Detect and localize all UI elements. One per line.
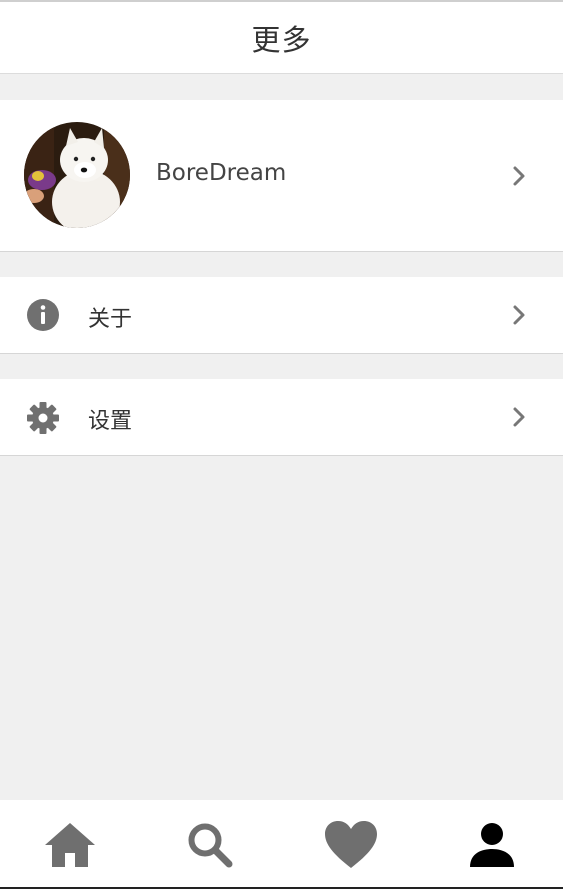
home-icon <box>45 822 95 867</box>
avatar-dog-image <box>24 122 130 228</box>
menu-item-label: 关于 <box>88 307 133 332</box>
search-icon <box>188 823 233 867</box>
menu-item-settings[interactable]: 设置 <box>0 379 563 456</box>
tab-search[interactable] <box>140 800 280 889</box>
info-icon <box>27 299 59 331</box>
tab-favorites[interactable] <box>281 800 421 889</box>
menu-item-label: 设置 <box>88 409 133 434</box>
chevron-right-icon <box>513 407 525 427</box>
chevron-right-icon <box>513 305 525 325</box>
profile-row[interactable]: BoreDream <box>0 100 563 252</box>
chevron-right-icon <box>513 166 525 186</box>
username: BoreDream <box>156 160 287 186</box>
menu-item-about[interactable]: 关于 <box>0 277 563 354</box>
tab-home[interactable] <box>0 800 140 889</box>
avatar[interactable] <box>24 122 130 228</box>
gear-icon <box>27 402 59 434</box>
bottom-navigation <box>0 800 563 889</box>
tab-profile[interactable] <box>422 800 562 889</box>
heart-icon <box>325 820 377 868</box>
top-app-bar: 更多 <box>0 0 563 74</box>
person-icon <box>470 822 514 867</box>
page-title: 更多 <box>251 22 312 57</box>
